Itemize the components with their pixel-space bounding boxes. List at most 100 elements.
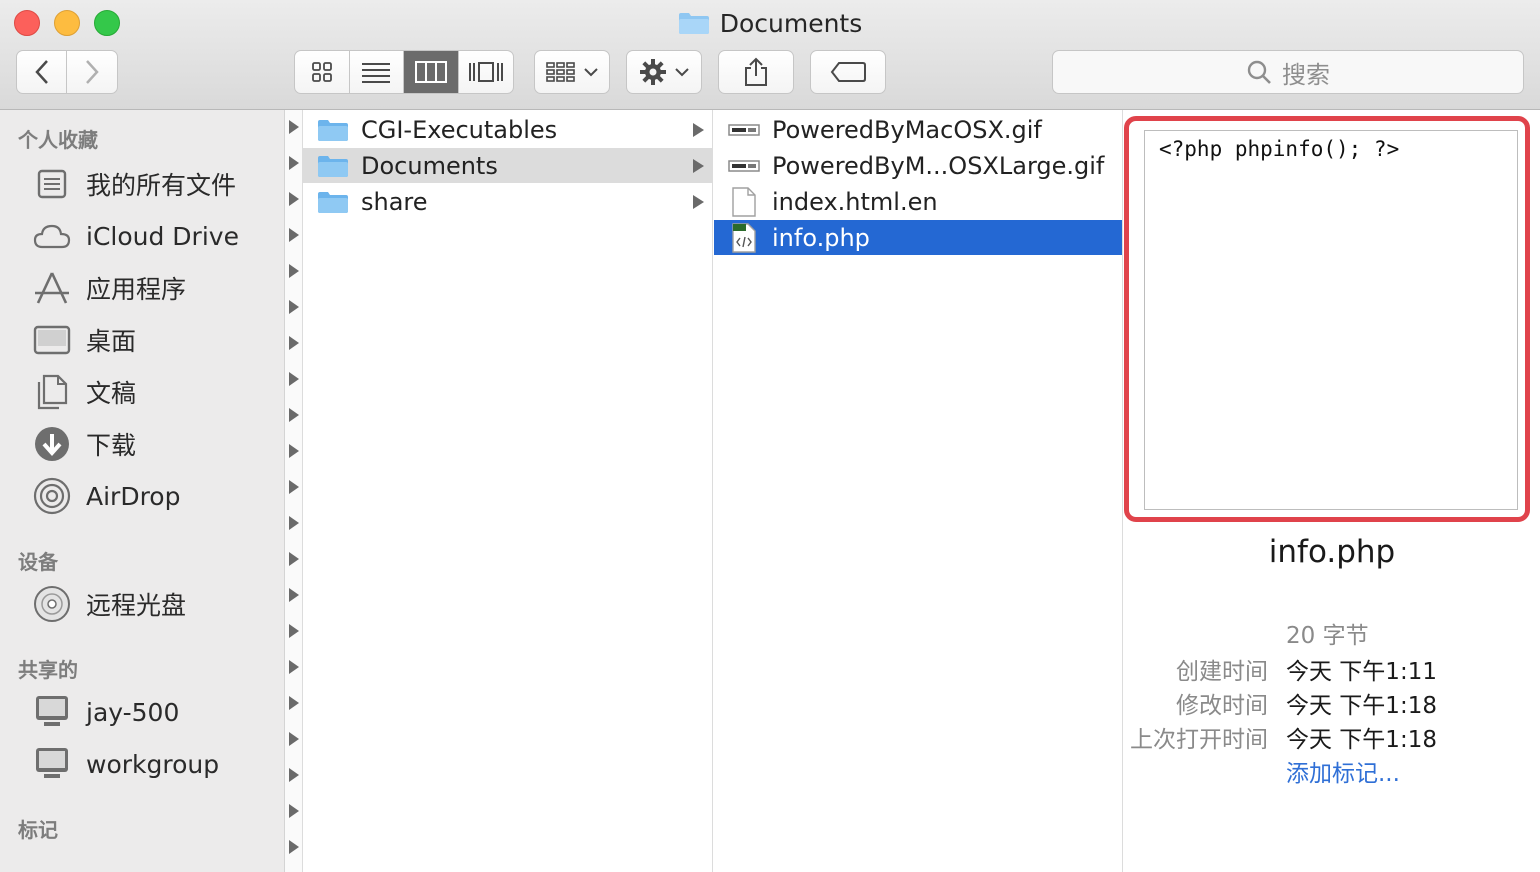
download-icon (32, 424, 72, 464)
sidebar-item-downloads[interactable]: 下载 (32, 424, 136, 464)
airdrop-icon (32, 476, 72, 516)
sidebar-heading-tags: 标记 (18, 818, 58, 842)
chevron-left-icon (34, 60, 48, 84)
icon-grid-icon (311, 62, 332, 82)
back-forward-group (16, 50, 118, 94)
computer-icon (32, 744, 72, 784)
parent-column-arrows (285, 110, 303, 872)
sidebar-item-label: iCloud Drive (86, 221, 239, 251)
disclosure-arrow-icon[interactable] (289, 804, 299, 818)
folder-row-cgi-executables[interactable]: CGI-Executables (303, 112, 712, 147)
disclosure-arrow-icon[interactable] (289, 840, 299, 854)
file-row-poweredbymacosx-gif[interactable]: PoweredByMacOSX.gif (714, 112, 1122, 147)
disclosure-arrow-icon[interactable] (289, 408, 299, 422)
folder-row-documents[interactable]: Documents (303, 148, 712, 183)
tags-button[interactable] (810, 50, 886, 94)
meta-modified-row: 修改时间 今天 下午1:18 (1124, 686, 1540, 720)
sidebar-item-all-files[interactable]: 我的所有文件 (32, 164, 236, 204)
sidebar-item-desktop[interactable]: 桌面 (32, 320, 136, 360)
all-files-icon (32, 164, 72, 204)
sidebar-item-icloud-drive[interactable]: iCloud Drive (32, 216, 239, 256)
cloud-icon (32, 216, 72, 256)
disclosure-arrow-icon[interactable] (289, 372, 299, 386)
php-file-icon (726, 222, 762, 253)
meta-modified-value: 今天 下午1:18 (1286, 693, 1437, 719)
disclosure-arrow-icon[interactable] (289, 696, 299, 710)
file-row-index-html-en[interactable]: index.html.en (714, 184, 1122, 219)
sidebar-item-label: 应用程序 (86, 275, 187, 304)
meta-size-value: 20 字节 (1286, 623, 1369, 649)
disclosure-arrow-icon[interactable] (289, 660, 299, 674)
disclosure-arrow-icon[interactable] (289, 120, 299, 134)
list-view-button[interactable] (350, 51, 404, 93)
gallery-view-button[interactable] (459, 51, 514, 93)
share-button[interactable] (718, 50, 794, 94)
meta-tags-row: 添加标记... (1124, 754, 1540, 788)
desktop-icon (32, 320, 72, 360)
share-icon (745, 57, 767, 86)
sidebar-item-remote-disc[interactable]: 远程光盘 (32, 584, 186, 624)
back-button[interactable] (17, 51, 68, 93)
disclosure-arrow-icon[interactable] (289, 444, 299, 458)
list-icon (362, 63, 391, 83)
disclosure-arrow-icon[interactable] (289, 516, 299, 530)
folder-icon (678, 13, 709, 34)
disclosure-arrow-icon[interactable] (289, 228, 299, 242)
search-placeholder: 搜索 (1282, 60, 1330, 89)
tag-icon (830, 62, 866, 82)
applications-icon (32, 268, 72, 308)
sidebar-item-applications[interactable]: 应用程序 (32, 268, 186, 308)
disclosure-arrow-icon[interactable] (289, 300, 299, 314)
sidebar-item-airdrop[interactable]: AirDrop (32, 476, 180, 516)
disclosure-arrow-icon[interactable] (289, 192, 299, 206)
sidebar-item-documents[interactable]: 文稿 (32, 372, 136, 412)
forward-button[interactable] (67, 51, 117, 93)
file-row-poweredbymacosxlarge-gif[interactable]: PoweredByM...OSXLarge.gif (714, 148, 1122, 183)
disclosure-arrow-icon[interactable] (289, 336, 299, 350)
file-name: PoweredByM...OSXLarge.gif (772, 151, 1105, 180)
folder-column-1: CGI-Executables Documents share (303, 110, 713, 872)
window-toolbar: Documents 搜索 (0, 0, 1540, 110)
chevron-down-icon (675, 68, 689, 77)
document-file-icon (726, 186, 762, 217)
disclosure-arrow-icon[interactable] (289, 480, 299, 494)
disclosure-arrow-icon[interactable] (289, 732, 299, 746)
file-name: CGI-Executables (361, 115, 558, 144)
arrange-grid-icon (546, 62, 575, 82)
sidebar-item-workgroup[interactable]: workgroup (32, 744, 219, 784)
add-tags-link[interactable]: 添加标记... (1286, 754, 1400, 788)
preview-pane: <?php phpinfo(); ?> info.php 20 字节 创建时间 … (1124, 110, 1540, 872)
file-name: index.html.en (772, 187, 938, 216)
documents-icon (32, 372, 72, 412)
meta-opened-row: 上次打开时间 今天 下午1:18 (1124, 720, 1540, 754)
disclosure-arrow-icon[interactable] (289, 768, 299, 782)
sidebar-item-jay-500[interactable]: jay-500 (32, 692, 179, 732)
file-row-info-php[interactable]: info.php (714, 220, 1122, 255)
disclosure-arrow-icon[interactable] (289, 588, 299, 602)
sidebar-item-label: 桌面 (86, 327, 137, 356)
disclosure-arrow-icon[interactable] (289, 624, 299, 638)
folder-icon (315, 187, 351, 217)
computer-icon (32, 692, 72, 732)
disclosure-arrow-icon[interactable] (289, 264, 299, 278)
disclosure-arrow-icon (693, 122, 704, 137)
disclosure-arrow-icon[interactable] (289, 156, 299, 170)
file-name: info.php (772, 223, 870, 252)
column-view-button[interactable] (404, 51, 459, 93)
folder-row-share[interactable]: share (303, 184, 712, 219)
icon-view-button[interactable] (295, 51, 350, 93)
window-title: Documents (0, 6, 1540, 40)
window-title-text: Documents (719, 8, 863, 38)
gear-icon (640, 59, 666, 85)
search-field[interactable]: 搜索 (1052, 50, 1524, 94)
meta-opened-label: 上次打开时间 (1130, 727, 1268, 753)
sidebar-item-label: 文稿 (86, 379, 137, 408)
arrange-menu-button[interactable] (534, 50, 610, 94)
disclosure-arrow-icon[interactable] (289, 552, 299, 566)
meta-created-row: 创建时间 今天 下午1:11 (1124, 652, 1540, 686)
sidebar-item-label: 远程光盘 (86, 591, 187, 620)
view-mode-group (294, 50, 514, 94)
image-file-icon (726, 115, 762, 145)
folder-icon (315, 151, 351, 181)
action-menu-button[interactable] (626, 50, 702, 94)
